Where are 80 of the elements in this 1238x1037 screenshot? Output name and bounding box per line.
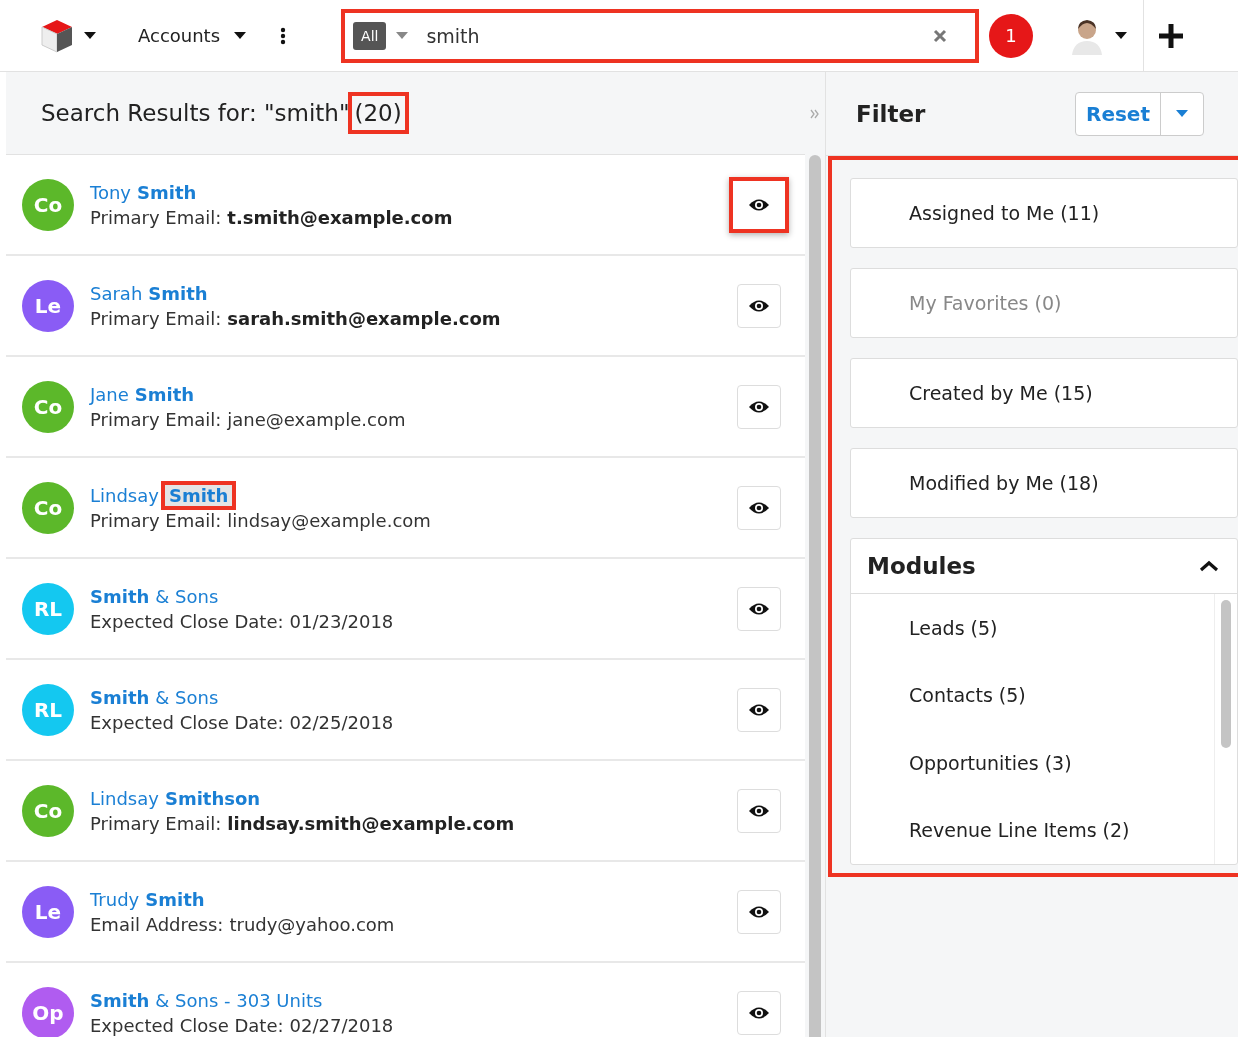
plus-icon[interactable] (1158, 22, 1185, 49)
eye-icon (748, 298, 770, 313)
module-avatar: Le (22, 885, 74, 938)
caret-icon (234, 32, 247, 39)
field-label: Expected Close Date: (90, 711, 284, 733)
module-avatar: RL (22, 683, 74, 736)
field-value: lindsay.smith@example.com (227, 812, 515, 834)
record-name-link[interactable]: Smithson (164, 787, 261, 809)
field-value: trudy@yahoo.com (229, 913, 395, 935)
quick-filter-button[interactable]: Created by Me (15) (850, 358, 1238, 428)
field-label: Expected Close Date: (90, 1014, 284, 1036)
record-name-link[interactable]: Smith (90, 585, 150, 607)
record-name-link[interactable]: Sarah (90, 282, 143, 304)
record-name-link[interactable]: Smith (145, 888, 205, 910)
module-avatar: Op (22, 986, 74, 1037)
eye-icon (748, 399, 770, 414)
close-icon[interactable] (933, 28, 948, 43)
eye-icon (748, 601, 770, 616)
record-name-link[interactable]: Jane (90, 383, 129, 405)
field-value: jane@example.com (227, 408, 406, 430)
quick-filter-button[interactable]: Modified by Me (18) (850, 448, 1238, 518)
notification-badge[interactable]: 1 (989, 13, 1034, 58)
eye-icon (748, 197, 770, 212)
eye-icon (748, 702, 770, 717)
cube-logo-icon (40, 17, 74, 54)
module-filter-item[interactable]: Opportunities (3) (851, 729, 1214, 797)
caret-icon[interactable] (396, 32, 409, 39)
field-value: t.smith@example.com (227, 206, 453, 228)
scrollbar-thumb[interactable] (1221, 600, 1231, 748)
record-name-link[interactable]: Tony (90, 181, 131, 203)
record-name-link[interactable]: Lindsay (90, 484, 159, 506)
field-label: Expected Close Date: (90, 610, 284, 632)
caret-icon (84, 32, 96, 39)
record-name-link[interactable]: Smith (137, 181, 197, 203)
record-name-link[interactable]: & Sons (155, 585, 219, 607)
field-label: Primary Email: (90, 408, 222, 430)
record-name-link[interactable]: Smith (90, 989, 150, 1011)
eye-icon (748, 1005, 770, 1020)
record-name-link[interactable]: Smith (90, 686, 150, 708)
module-avatar: Co (22, 481, 74, 534)
field-value: 02/25/2018 (289, 711, 394, 733)
more-options-icon[interactable] (280, 26, 287, 45)
caret-icon (1115, 32, 1128, 39)
eye-icon (748, 803, 770, 818)
record-name-link[interactable]: & Sons (155, 686, 219, 708)
quick-filter-button[interactable]: Assigned to Me (11) (850, 178, 1238, 248)
field-value: 02/27/2018 (289, 1014, 394, 1036)
filter-title: Filter (856, 100, 926, 127)
record-name-link[interactable]: Smith (148, 282, 208, 304)
module-filter-item[interactable]: Leads (5) (851, 594, 1214, 662)
logo-menu-button[interactable] (40, 17, 96, 54)
record-name-link[interactable]: & Sons - 303 Units (155, 989, 323, 1011)
field-label: Primary Email: (90, 812, 222, 834)
module-avatar: Co (22, 380, 74, 433)
module-avatar: Le (22, 279, 74, 332)
field-value: sarah.smith@example.com (227, 307, 501, 329)
chevron-icon[interactable] (1199, 560, 1219, 572)
module-avatar: Co (22, 178, 74, 231)
module-avatar: Co (22, 784, 74, 837)
record-name-link[interactable]: Trudy (90, 888, 140, 910)
module-avatar: RL (22, 582, 74, 635)
eye-icon (748, 904, 770, 919)
preview-button[interactable] (729, 176, 789, 233)
global-search-field[interactable]: All smith (341, 8, 980, 63)
field-label: Primary Email: (90, 206, 222, 228)
field-value: lindsay@example.com (227, 509, 431, 531)
results-title: Search Results for: "smith" (41, 100, 350, 126)
eye-icon (748, 500, 770, 515)
module-filter-item[interactable]: Contacts (5) (851, 661, 1214, 729)
field-label: Primary Email: (90, 307, 222, 329)
field-label: Email Address: (90, 913, 224, 935)
record-name-link[interactable]: Lindsay (90, 787, 159, 809)
scrollbar[interactable] (809, 155, 821, 1037)
record-name-link[interactable]: Smith (134, 383, 195, 405)
module-filter-item[interactable]: Revenue Line Items (2) (851, 796, 1214, 864)
field-label: Primary Email: (90, 509, 222, 531)
modules-title: Modules (867, 553, 976, 579)
field-value: 01/23/2018 (289, 610, 394, 632)
search-scope-tag[interactable]: All (353, 21, 387, 50)
module-menu-button[interactable]: Accounts (138, 25, 247, 46)
